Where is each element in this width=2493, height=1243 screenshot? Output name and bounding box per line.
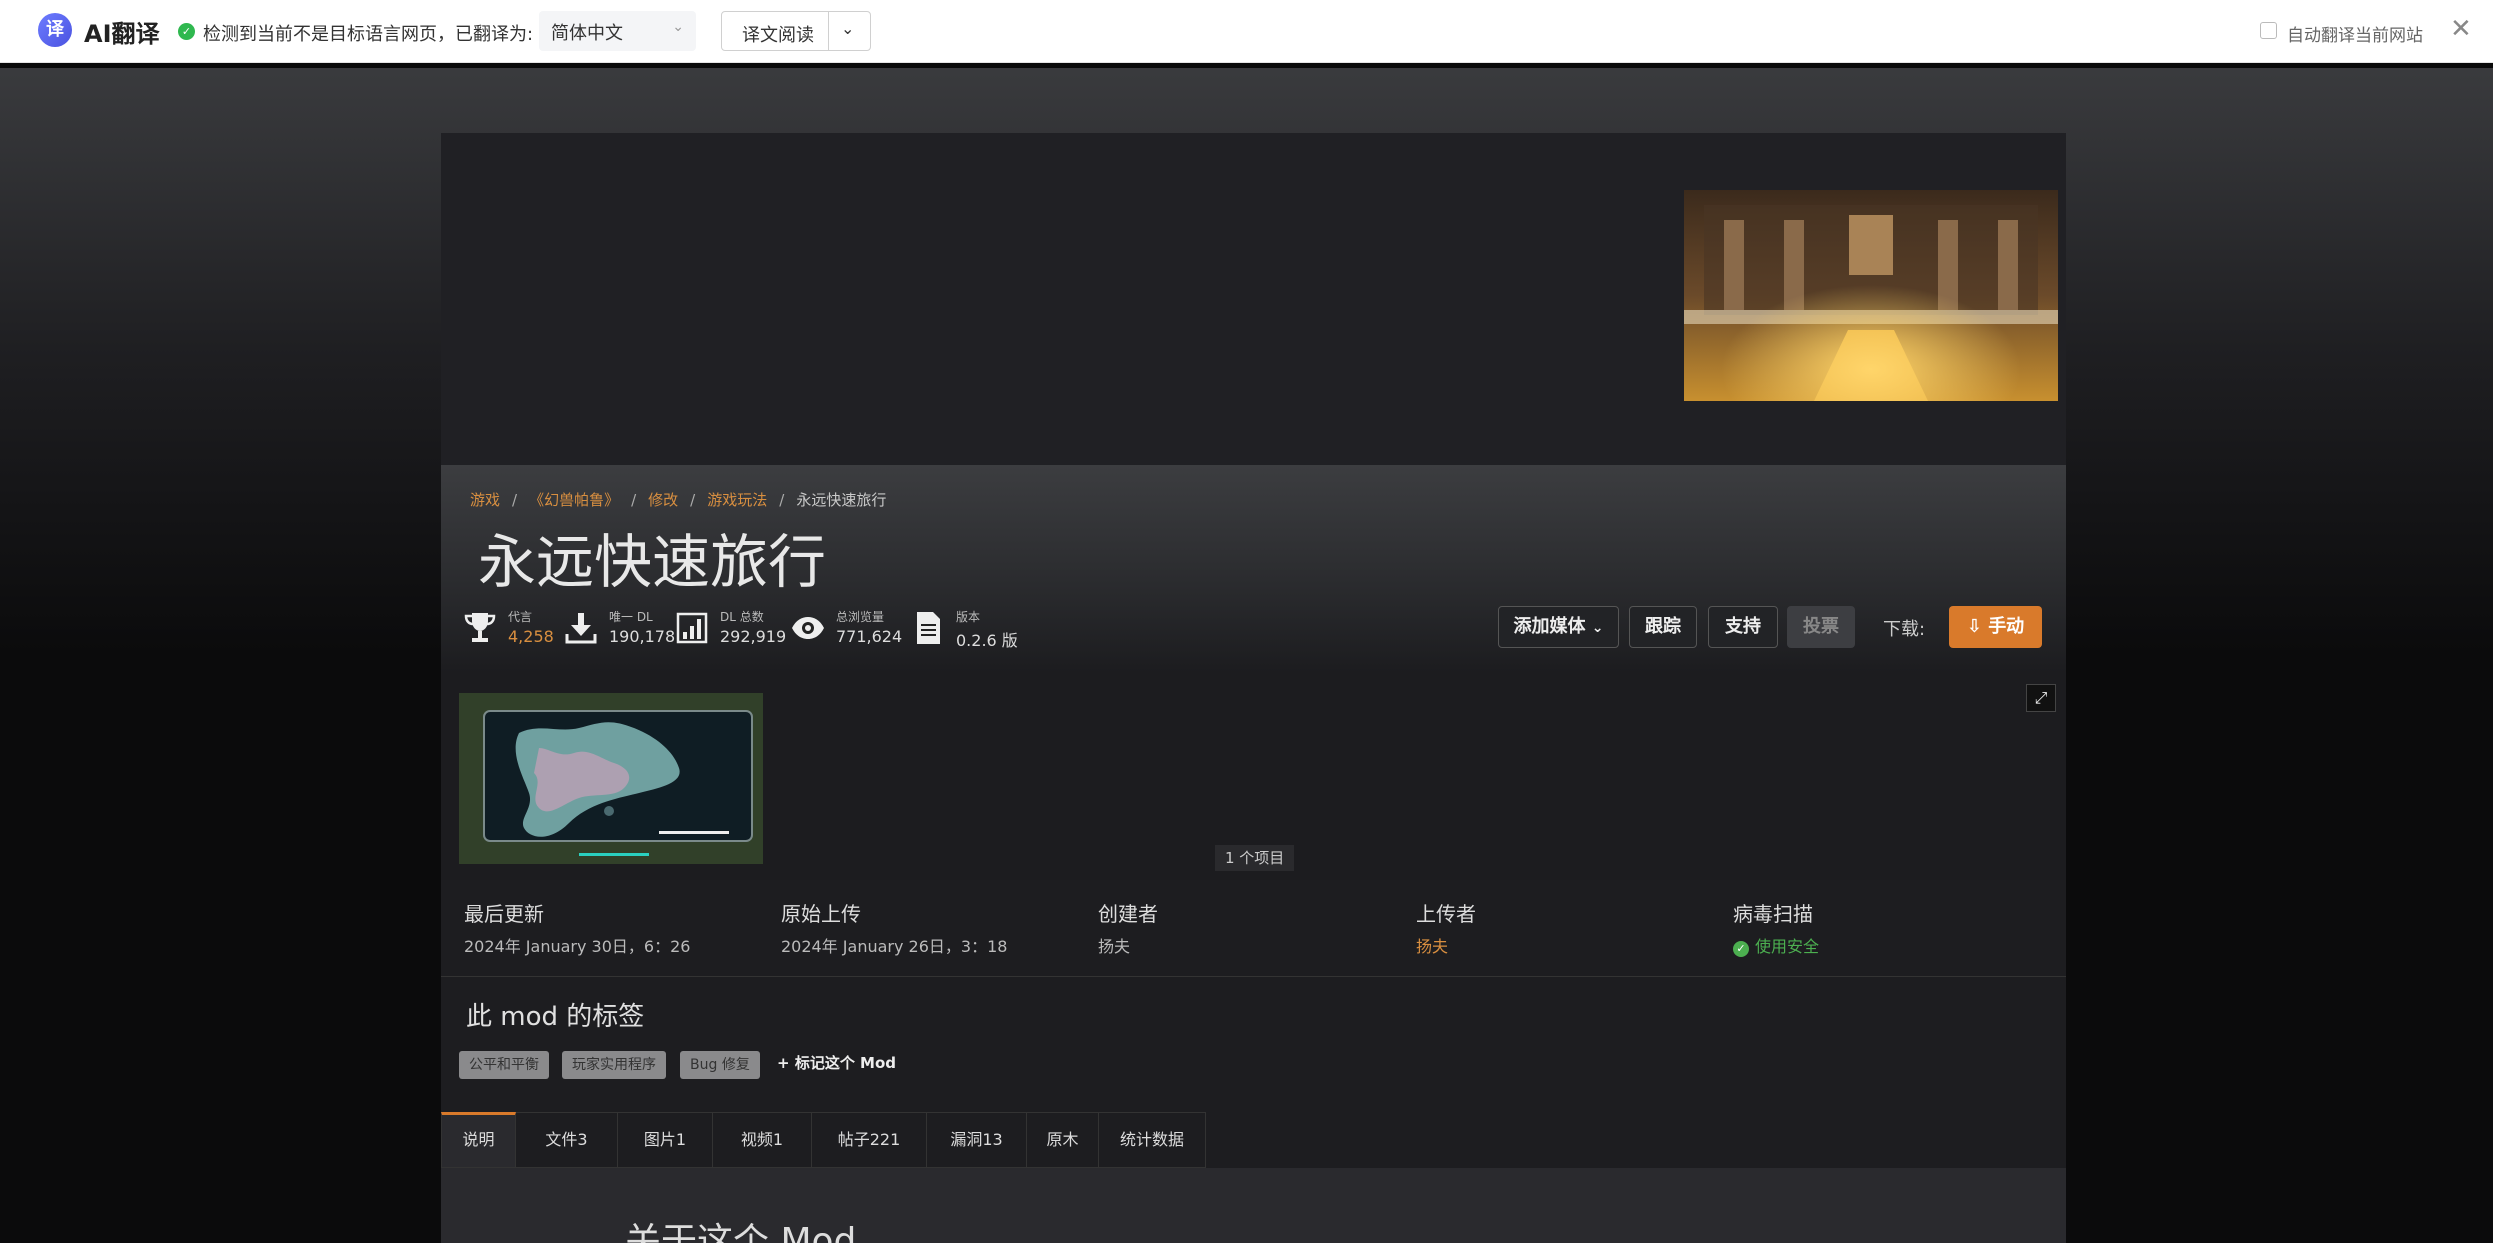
stat-unique-dl: 唯一 DL 190,178 — [564, 606, 675, 650]
divider — [441, 976, 2066, 977]
bar-chart-icon — [676, 612, 708, 644]
vote-button[interactable]: 投票 — [1787, 606, 1855, 648]
meta-label: 创建者 — [1098, 902, 1158, 926]
meta-value: 扬夫 — [1098, 937, 1131, 956]
gallery-thumbnail[interactable] — [459, 693, 763, 864]
breadcrumb: 游戏 / 《幻兽帕鲁》 / 修改 / 游戏玩法 / 永远快速旅行 — [470, 489, 886, 510]
breadcrumb-link-games[interactable]: 游戏 — [470, 491, 500, 509]
uploader-link[interactable]: 扬夫 — [1416, 933, 1476, 957]
stat-value: 4,258 — [508, 627, 554, 646]
stat-value: 771,624 — [836, 627, 903, 646]
description-heading: 关于这个 Mod — [625, 1221, 857, 1243]
manual-download-label: 手动 — [1988, 616, 2025, 637]
translate-logo-icon: 译 — [38, 13, 72, 47]
meta-original-upload: 原始上传 2024年 January 26日，3：18 — [781, 898, 1007, 957]
stat-label: 总浏览量 — [836, 610, 885, 624]
read-divider — [828, 12, 829, 50]
tab-images[interactable]: 图片1 — [618, 1112, 713, 1168]
stat-value: 292,919 — [720, 627, 787, 646]
eye-icon — [792, 617, 824, 639]
translate-bar: 译 AI翻译 ✓ 检测到当前不是目标语言网页，已翻译为: 简体中文 ⌄ 译文阅读… — [0, 0, 2493, 63]
gallery-count-badge: 1 个项目 — [1215, 845, 1295, 871]
breadcrumb-separator: / — [690, 491, 696, 509]
stat-label: 代言 — [508, 610, 533, 624]
meta-value: 2024年 January 26日，3：18 — [781, 937, 1008, 956]
tab-stats[interactable]: 统计数据 — [1099, 1112, 1206, 1168]
track-button[interactable]: 跟踪 — [1629, 606, 1697, 648]
breadcrumb-link-mods[interactable]: 修改 — [648, 491, 678, 509]
tab-bar: 说明 文件3 图片1 视频1 帖子221 漏洞13 原木 统计数据 — [441, 1112, 1206, 1168]
auto-translate-label[interactable]: 自动翻译当前网站 — [2287, 21, 2423, 46]
stat-version: 版本 0.2.6 版 — [911, 606, 1021, 650]
language-select-value: 简体中文 — [551, 23, 623, 44]
read-translation-button[interactable]: 译文阅读 ⌄ — [721, 11, 871, 51]
support-button[interactable]: 支持 — [1708, 606, 1778, 648]
stat-label: DL 总数 — [720, 610, 764, 624]
plus-icon: + — [777, 1054, 790, 1072]
meta-label: 最后更新 — [464, 902, 544, 926]
document-icon — [917, 612, 940, 644]
virus-scan-text: 使用安全 — [1755, 937, 1820, 956]
download-icon — [565, 613, 597, 644]
breadcrumb-current: 永远快速旅行 — [796, 491, 887, 509]
page-top-strip — [0, 63, 2493, 68]
stat-value: 190,178 — [609, 627, 676, 646]
tag-chip[interactable]: 公平和平衡 — [459, 1051, 549, 1079]
check-circle-icon: ✓ — [1733, 941, 1749, 957]
breadcrumb-separator: / — [631, 491, 637, 509]
meta-creator: 创建者 扬夫 — [1098, 898, 1158, 957]
translate-message: 检测到当前不是目标语言网页，已翻译为: — [203, 24, 534, 45]
add-tag-button[interactable]: + 标记这个 Mod — [777, 1052, 896, 1073]
add-media-button[interactable]: 添加媒体 ⌄ — [1498, 606, 1619, 648]
breadcrumb-separator: / — [512, 491, 518, 509]
read-translation-label: 译文阅读 — [742, 25, 814, 46]
chevron-down-icon[interactable]: ⌄ — [841, 19, 854, 38]
promo-image[interactable] — [1684, 190, 2058, 401]
tab-logs[interactable]: 原木 — [1027, 1112, 1099, 1168]
tab-files[interactable]: 文件3 — [516, 1112, 618, 1168]
meta-value: 2024年 January 30日，6：26 — [464, 937, 691, 956]
close-icon[interactable]: ✕ — [2450, 14, 2472, 44]
stat-label: 唯一 DL — [609, 610, 653, 624]
trophy-icon — [464, 613, 496, 642]
meta-virus-scan: 病毒扫描 ✓ 使用安全 — [1733, 898, 1819, 957]
breadcrumb-link-gameplay[interactable]: 游戏玩法 — [707, 491, 767, 509]
chevron-down-icon: ⌄ — [672, 19, 684, 35]
stat-value: 0.2.6 版 — [956, 631, 1018, 650]
tab-description[interactable]: 说明 — [441, 1112, 516, 1168]
meta-uploader: 上传者 扬夫 — [1416, 898, 1476, 957]
tag-chip[interactable]: Bug 修复 — [680, 1051, 760, 1079]
meta-last-update: 最后更新 2024年 January 30日，6：26 — [464, 898, 690, 957]
check-circle-icon: ✓ — [178, 23, 195, 40]
manual-download-button[interactable]: ⇩ 手动 — [1949, 606, 2042, 648]
breadcrumb-link-palworld[interactable]: 《幻兽帕鲁》 — [529, 491, 619, 509]
meta-label: 上传者 — [1416, 902, 1476, 926]
tab-bugs[interactable]: 漏洞13 — [927, 1112, 1027, 1168]
meta-label: 病毒扫描 — [1733, 902, 1813, 926]
tab-videos[interactable]: 视频1 — [713, 1112, 812, 1168]
chevron-down-icon: ⌄ — [1591, 620, 1604, 636]
add-media-label: 添加媒体 — [1513, 616, 1586, 637]
stat-label: 版本 — [956, 610, 981, 624]
auto-translate-checkbox[interactable] — [2260, 22, 2277, 39]
stat-endorsements[interactable]: 代言 4,258 — [463, 606, 563, 650]
meta-label: 原始上传 — [781, 902, 861, 926]
expand-icon[interactable]: ⤢ — [2026, 684, 2056, 712]
breadcrumb-separator: / — [779, 491, 785, 509]
tags-heading: 此 mod 的标签 — [466, 1002, 645, 1032]
tag-chip[interactable]: 玩家实用程序 — [562, 1051, 666, 1079]
download-icon: ⇩ — [1966, 616, 1982, 637]
tab-posts[interactable]: 帖子221 — [812, 1112, 927, 1168]
page-title: 永远快速旅行 — [478, 528, 827, 596]
add-tag-label: 标记这个 Mod — [794, 1054, 897, 1072]
language-select[interactable]: 简体中文 ⌄ — [539, 11, 696, 51]
download-label: 下载: — [1883, 619, 1926, 640]
stat-total-views: 总浏览量 771,624 — [791, 606, 903, 650]
stat-total-dl: DL 总数 292,919 — [675, 606, 787, 650]
virus-scan-status: ✓ 使用安全 — [1733, 933, 1819, 957]
translate-brand: AI翻译 — [84, 20, 160, 48]
